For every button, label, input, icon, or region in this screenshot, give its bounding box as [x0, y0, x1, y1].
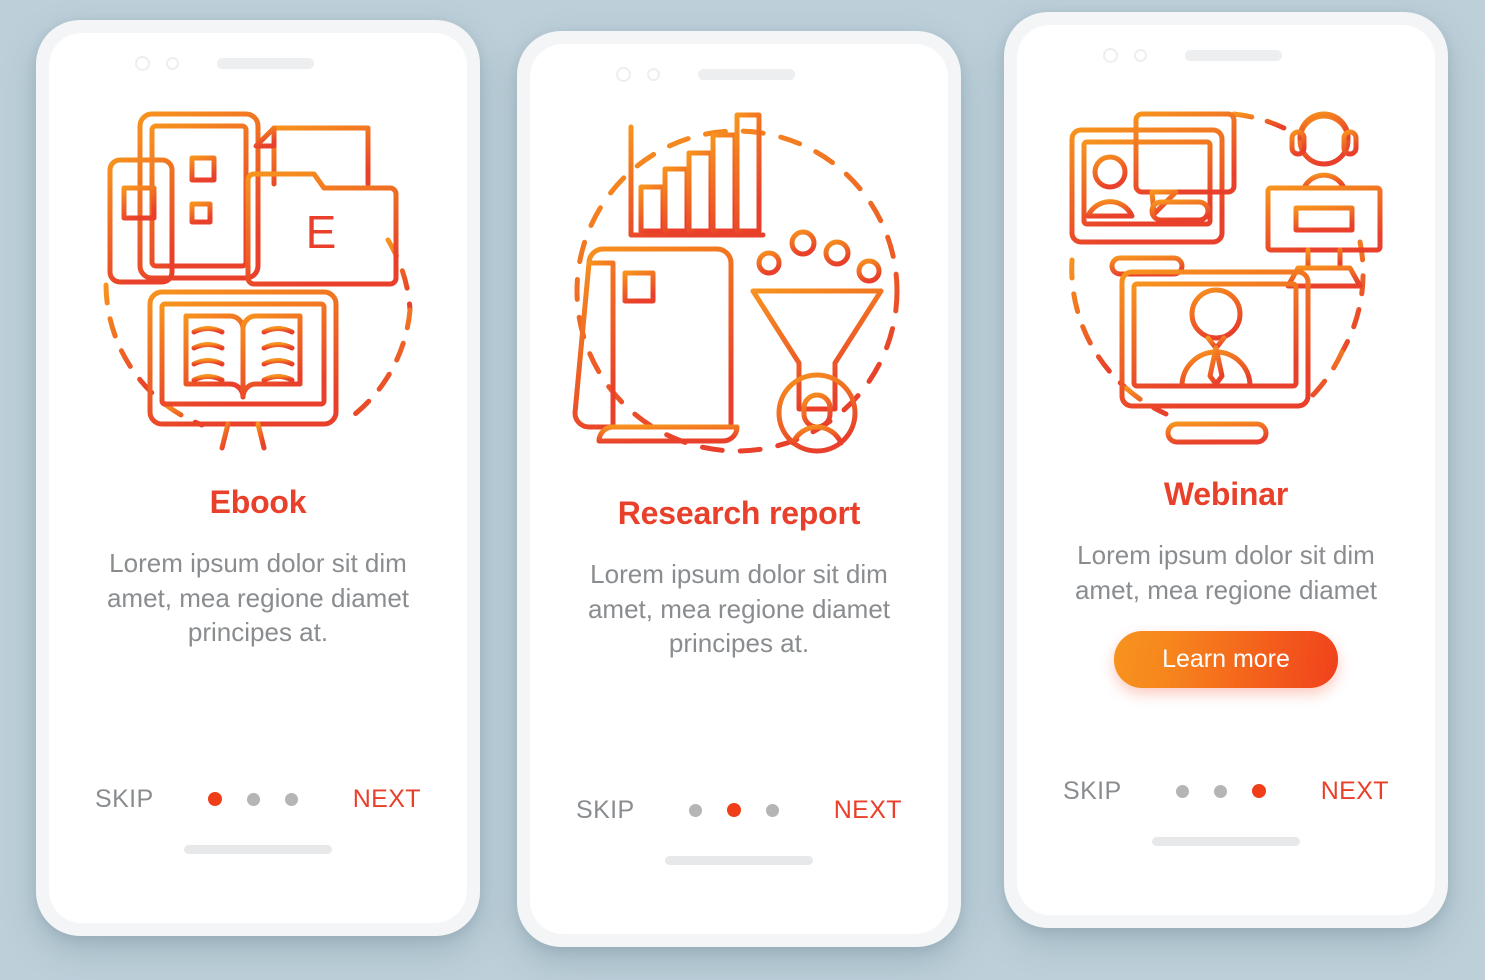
copy-block-webinar: Webinar Lorem ipsum dolor sit dim amet, … [1017, 476, 1435, 689]
sensor-icon [166, 56, 179, 70]
camera-icon [616, 66, 631, 82]
page-title: Webinar [1163, 476, 1289, 512]
onboarding-nav-research-report: SKIP NEXT [530, 778, 948, 842]
webinar-illustration [1017, 77, 1435, 477]
sensor-icon [1134, 48, 1147, 62]
copy-block-research-report: Research report Lorem ipsum dolor sit di… [530, 495, 948, 661]
onboarding-nav-ebook: SKIP NEXT [49, 767, 467, 831]
phone-mockup-research-report: Research report Lorem ipsum dolor sit di… [517, 31, 961, 947]
research-report-illustration [530, 96, 948, 496]
pagination-dot-1[interactable] [1176, 784, 1190, 798]
sensor-icon [647, 67, 660, 81]
ebook-devices-illustration: E [49, 85, 467, 485]
next-button[interactable]: NEXT [353, 785, 421, 814]
screen-webinar: Webinar Lorem ipsum dolor sit dim amet, … [1017, 25, 1435, 915]
phone-mockup-ebook: E Ebook Lorem ipsum dolor sit dim amet, … [36, 20, 480, 936]
speaker-grille [698, 68, 795, 80]
camera-icon [135, 55, 150, 71]
copy-block-ebook: Ebook Lorem ipsum dolor sit dim amet, me… [49, 484, 467, 650]
home-indicator[interactable] [1152, 837, 1300, 846]
svg-text:E: E [306, 206, 337, 258]
pagination-dot-2[interactable] [727, 803, 742, 817]
page-description: Lorem ipsum dolor sit dim amet, mea regi… [1074, 540, 1378, 605]
page-description: Lorem ipsum dolor sit dim amet, mea regi… [106, 548, 410, 648]
pagination-dot-2[interactable] [1214, 784, 1228, 798]
device-notch-bar [530, 56, 948, 92]
phone-mockup-webinar: Webinar Lorem ipsum dolor sit dim amet, … [1004, 12, 1448, 928]
screen-ebook: E Ebook Lorem ipsum dolor sit dim amet, … [49, 33, 467, 923]
device-notch-bar [1017, 37, 1435, 73]
home-indicator-area [49, 831, 467, 923]
speaker-grille [217, 57, 314, 69]
skip-button[interactable]: SKIP [576, 796, 635, 825]
next-button[interactable]: NEXT [1321, 777, 1389, 806]
pagination-dot-1[interactable] [208, 792, 223, 806]
learn-more-button[interactable]: Learn more [1114, 631, 1338, 689]
device-notch-bar [49, 45, 467, 81]
next-button[interactable]: NEXT [834, 796, 902, 825]
pagination-dot-3[interactable] [1252, 784, 1267, 798]
home-indicator[interactable] [184, 845, 332, 854]
skip-button[interactable]: SKIP [95, 785, 154, 814]
skip-button[interactable]: SKIP [1063, 777, 1122, 806]
pagination-dot-2[interactable] [247, 792, 261, 806]
pagination-dot-3[interactable] [285, 792, 299, 806]
cta-area: Learn more [1051, 631, 1401, 689]
speaker-grille [1185, 49, 1282, 61]
pagination-dots [689, 803, 780, 817]
pagination-dots [1176, 784, 1267, 798]
home-indicator[interactable] [665, 856, 813, 865]
home-indicator-area [1017, 823, 1435, 915]
camera-icon [1103, 47, 1118, 63]
onboarding-nav-webinar: SKIP NEXT [1017, 759, 1435, 823]
home-indicator-area [530, 842, 948, 934]
onboarding-screens-stage: E Ebook Lorem ipsum dolor sit dim amet, … [0, 0, 1485, 980]
page-description: Lorem ipsum dolor sit dim amet, mea regi… [587, 559, 891, 659]
screen-research-report: Research report Lorem ipsum dolor sit di… [530, 44, 948, 934]
pagination-dot-3[interactable] [766, 803, 780, 817]
page-title: Ebook [209, 484, 307, 520]
page-title: Research report [617, 495, 861, 531]
pagination-dot-1[interactable] [689, 803, 703, 817]
pagination-dots [208, 792, 299, 806]
